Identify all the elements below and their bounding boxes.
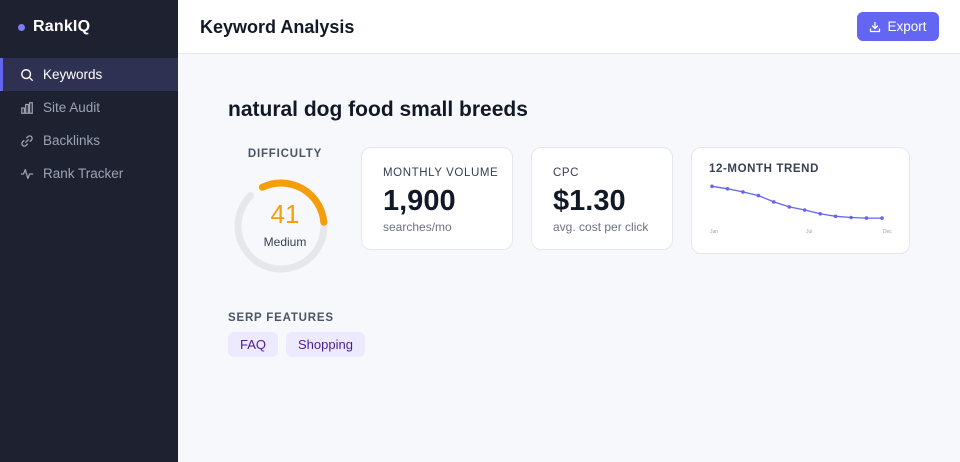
trend-point: [725, 187, 730, 191]
sidebar-item-backlinks[interactable]: Backlinks: [0, 124, 178, 157]
cpc-label: CPC: [553, 167, 580, 179]
trend-chart: Jan Jul Dec: [710, 184, 892, 235]
top-header: Keyword Analysis Export: [178, 0, 960, 54]
difficulty-gauge: DIFFICULTY 41 Medium: [228, 148, 342, 288]
volume-value: 1,900: [383, 185, 456, 217]
tick-label-mid: Jul: [806, 229, 812, 235]
search-icon: [21, 68, 34, 81]
sidebar-item-rank-tracker[interactable]: Rank Tracker: [0, 157, 178, 190]
difficulty-rating: Medium: [263, 235, 307, 249]
monthly-volume-card: MONTHLY VOLUME 1,900 searches/mo: [361, 147, 513, 250]
cpc-card: CPC $1.30 avg. cost per click: [531, 147, 673, 250]
sidebar-nav: Keywords Site Audit Backlinks Rank Track…: [0, 58, 178, 190]
sidebar-item-label: Rank Tracker: [43, 166, 124, 181]
download-icon: [870, 21, 881, 32]
trend-point: [818, 212, 822, 216]
app-name: RankIQ: [33, 18, 91, 35]
keyword-title: natural dog food small breeds: [228, 98, 528, 121]
serp-features-list: FAQ Shopping: [228, 332, 365, 357]
difficulty-label: DIFFICULTY: [247, 148, 323, 160]
trend-point: [849, 215, 853, 220]
serp-features-label: SERP FEATURES: [228, 312, 334, 324]
serp-tag-shopping[interactable]: Shopping: [286, 332, 365, 357]
brand: RankIQ: [18, 18, 90, 36]
serp-tag-faq[interactable]: FAQ: [228, 332, 279, 357]
trend-point: [833, 214, 838, 219]
cpc-value: $1.30: [553, 185, 626, 217]
trend-point: [787, 205, 792, 209]
sidebar-item-label: Keywords: [43, 67, 103, 82]
trend-point: [741, 190, 745, 194]
tick-label-start: Jan: [710, 229, 718, 235]
cpc-sub: avg. cost per click: [553, 220, 649, 234]
brand-dot-icon: [18, 23, 25, 31]
sidebar: RankIQ Keywords Site Audit Backlinks Ran…: [0, 0, 178, 462]
sidebar-item-label: Site Audit: [43, 100, 101, 115]
tick-label-end: Dec: [883, 229, 892, 235]
export-label: Export: [887, 19, 927, 34]
volume-sub: searches/mo: [383, 220, 452, 234]
page-title: Keyword Analysis: [200, 17, 355, 37]
trend-point: [864, 216, 869, 220]
sidebar-item-site-audit[interactable]: Site Audit: [0, 91, 178, 124]
sidebar-item-keywords[interactable]: Keywords: [0, 58, 178, 91]
volume-label: MONTHLY VOLUME: [383, 167, 499, 179]
difficulty-value: 41: [270, 199, 300, 229]
trend-point: [880, 216, 884, 220]
trend-point: [710, 184, 714, 189]
sidebar-item-label: Backlinks: [43, 133, 101, 148]
trend-point: [756, 193, 761, 198]
bar-chart-icon: [21, 101, 33, 114]
trend-line: [711, 185, 882, 219]
trend-card: 12-MONTH TREND Jan Jul Dec: [691, 147, 910, 254]
trend-point: [772, 200, 776, 204]
activity-icon: [20, 168, 34, 179]
export-button[interactable]: Export: [857, 12, 939, 41]
link-icon: [21, 134, 33, 147]
trend-point: [802, 208, 807, 212]
